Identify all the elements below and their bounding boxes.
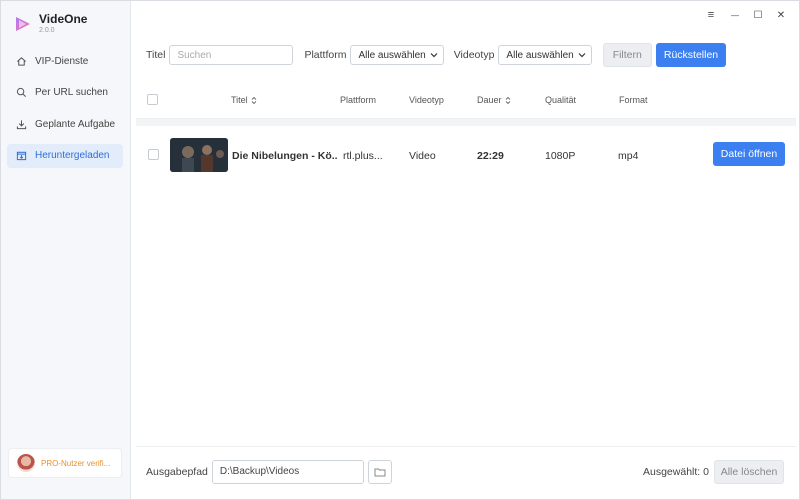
title-filter-label: Titel (146, 49, 166, 61)
menu-icon[interactable]: ≡ (703, 7, 719, 23)
sidebar-item-label: Per URL suchen (35, 87, 108, 98)
select-all-checkbox[interactable] (147, 94, 158, 105)
open-file-button[interactable]: Datei öffnen (713, 142, 785, 166)
row-title: Die Nibelungen - Kö... (232, 150, 338, 162)
sidebar-item-label: Geplante Aufgabe (35, 118, 116, 130)
chevron-down-icon (430, 53, 438, 58)
platform-filter-label: Plattform (304, 49, 347, 61)
sidebar-item-label: VIP-Dienste (35, 55, 89, 67)
videotype-select[interactable]: Alle auswählen (498, 45, 592, 65)
pro-user-label: PRO-Nutzer verifi... (41, 458, 111, 468)
maximize-icon[interactable]: ☐ (750, 7, 766, 23)
row-checkbox[interactable] (148, 149, 159, 160)
platform-select-value: Alle auswählen (358, 49, 426, 61)
brand: VideOne 2.0.0 (13, 13, 87, 35)
sidebar-item-vip-services[interactable]: VIP-Dienste (7, 49, 123, 73)
table-divider (136, 119, 796, 126)
platform-select[interactable]: Alle auswählen (350, 45, 444, 65)
column-format: Format (619, 95, 648, 105)
output-path-value: D:\Backup\Videos (219, 466, 300, 477)
column-platform: Plattform (340, 95, 377, 105)
row-videotype: Video (409, 150, 436, 162)
downloaded-box-icon (15, 150, 27, 162)
column-videotype: Videotyp (409, 95, 444, 105)
search-icon (15, 87, 27, 99)
footer-bar: Ausgabepfad D:\Backup\Videos Ausgewählt:… (136, 446, 796, 496)
output-path-label: Ausgabepfad (146, 465, 208, 478)
column-duration[interactable]: Dauer (477, 95, 511, 105)
chevron-down-icon (578, 53, 586, 58)
folder-icon (374, 468, 386, 476)
videotype-select-value: Alle auswählen (506, 49, 574, 61)
close-icon[interactable]: ✕ (773, 7, 789, 23)
sidebar-item-downloaded[interactable]: Heruntergeladen (7, 143, 123, 168)
browse-folder-button[interactable] (367, 459, 392, 484)
selected-count: Ausgewählt: 0 (643, 465, 709, 478)
home-icon (15, 55, 27, 67)
output-path-field[interactable]: D:\Backup\Videos (211, 459, 364, 484)
column-title[interactable]: Titel (231, 95, 257, 105)
app-name: VideOne (39, 12, 88, 26)
sidebar: VideOne 2.0.0 VIP-Dienste Per URL suchen (1, 1, 131, 499)
sidebar-item-label: Heruntergeladen (35, 150, 110, 161)
download-icon (15, 118, 27, 130)
row-platform: rtl.plus... (343, 150, 383, 162)
column-quality: Qualität (545, 95, 577, 105)
sort-icon (251, 96, 256, 104)
sidebar-item-scheduled-task[interactable]: Geplante Aufgabe (7, 112, 123, 136)
filter-button[interactable]: Filtern (602, 43, 652, 67)
app-window: VideOne 2.0.0 VIP-Dienste Per URL suchen (0, 0, 800, 500)
filter-bar: Titel Plattform Alle auswählen Videotyp … (136, 33, 796, 77)
video-thumbnail (170, 138, 228, 172)
column-title-label: Titel (231, 95, 248, 105)
row-quality: 1080P (545, 150, 576, 162)
sidebar-nav: VIP-Dienste Per URL suchen Geplante Aufg… (7, 49, 123, 175)
videotype-filter-label: Videotyp (453, 49, 495, 61)
minimize-icon[interactable]: — (727, 7, 743, 23)
clear-all-button[interactable]: Alle löschen (714, 459, 784, 484)
table-row[interactable]: Die Nibelungen - Kö... rtl.plus... Video… (136, 126, 796, 184)
title-search-input[interactable] (169, 45, 294, 65)
row-format: mp4 (618, 150, 639, 162)
avatar (17, 454, 35, 472)
table-header: Titel Plattform Videotyp Dauer Qualität … (136, 83, 796, 119)
sort-icon (505, 96, 510, 104)
sidebar-item-search-url[interactable]: Per URL suchen (7, 81, 123, 105)
pro-user-badge[interactable]: PRO-Nutzer verifi... (8, 448, 122, 478)
reset-button[interactable]: Rückstellen (655, 43, 727, 67)
videone-logo-icon (16, 17, 30, 31)
column-duration-label: Dauer (477, 95, 502, 105)
app-version: 2.0.0 (39, 27, 55, 34)
row-duration: 22:29 (477, 150, 504, 162)
